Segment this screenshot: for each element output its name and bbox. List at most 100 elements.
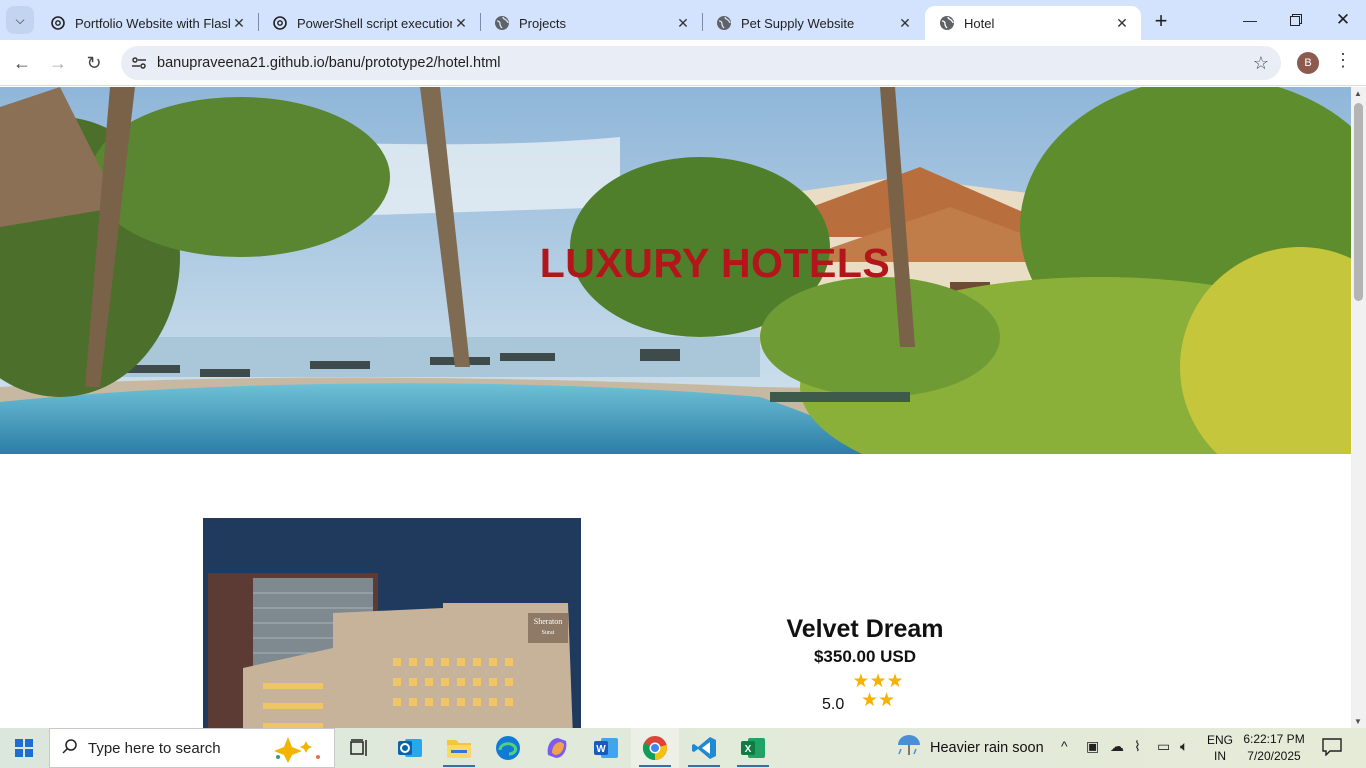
star-icon: ★ [869,671,887,692]
reload-icon: ↻ [86,52,102,73]
clock-date: 7/20/2025 [1247,749,1301,763]
reload-button[interactable]: ↻ [80,49,108,77]
tab-search-button[interactable]: ⌵ [6,6,34,34]
wifi-icon[interactable]: ⌇ [1134,738,1141,755]
forward-button[interactable]: → [44,49,72,77]
close-window-button[interactable]: ✕ [1320,0,1366,40]
globe-icon [494,15,510,31]
chevron-down-icon: ⌵ [15,12,25,27]
svg-text:W: W [596,744,606,755]
tab-projects[interactable]: Projects ✕ [480,6,702,40]
minimize-button[interactable]: — [1227,0,1273,40]
hotel-name: Velvet Dream [786,615,944,643]
taskbar-chrome[interactable] [631,728,679,768]
taskbar-copilot[interactable] [533,728,581,768]
taskbar-edge[interactable] [484,728,532,768]
page-scrollbar[interactable]: ▲ ▼ [1351,87,1366,728]
arrow-right-icon: → [49,52,67,73]
address-bar[interactable]: banupraveena21.github.io/banu/prototype2… [121,46,1281,80]
taskbar-search-box[interactable]: Type here to search [49,728,335,768]
outlook-icon [398,739,422,757]
scroll-up-arrow-icon[interactable]: ▲ [1354,89,1362,98]
browser-toolbar: ← → ↻ banupraveena21.github.io/banu/prot… [0,40,1366,86]
chevron-up-icon[interactable]: ^ [1061,738,1068,754]
rating-value: 5.0 [822,696,845,713]
search-icon [62,738,78,759]
hotel-price: $350.00 USD [813,647,917,666]
tab-close-icon[interactable]: ✕ [452,14,470,32]
rain-umbrella-icon [896,733,922,763]
taskbar-vscode[interactable] [680,728,728,768]
search-placeholder: Type here to search [88,739,221,757]
taskbar-file-explorer[interactable] [435,728,483,768]
globe-icon [939,15,955,31]
folder-icon [447,740,471,758]
hotel-sign-subtext: Surat [542,630,555,636]
chrome-icon [642,736,667,761]
notification-center-button[interactable] [1322,738,1342,761]
windows-taskbar: Type here to search W X Heavier rain soo… [0,728,1366,768]
tab-title: Portfolio Website with Flask [75,15,230,31]
profile-avatar[interactable]: B [1297,52,1319,74]
star-rating: ★★★ ★★ [848,672,908,710]
star-icon: ★ [878,690,896,711]
bookmark-star-icon[interactable]: ☆ [1253,53,1269,74]
system-clock[interactable]: 6:22:17 PM 7/20/2025 [1240,731,1308,765]
tab-close-icon[interactable]: ✕ [230,14,248,32]
chatgpt-icon [272,15,288,31]
battery-icon[interactable]: ▭ [1157,738,1170,755]
url-text[interactable]: banupraveena21.github.io/banu/prototype2… [157,55,500,71]
star-icon: ★ [886,671,904,692]
tab-title: Pet Supply Website [741,15,855,31]
hotel-photo: Sheraton Surat [203,518,581,728]
hotel-sign-text: Sheraton [534,617,562,626]
scroll-down-arrow-icon[interactable]: ▼ [1354,717,1362,726]
word-icon: W [594,738,618,758]
restore-button[interactable] [1273,0,1319,40]
edge-icon [496,736,520,760]
vscode-icon [692,737,716,759]
hero-title: LUXURY HOTELS [539,240,891,286]
taskbar-outlook[interactable] [386,728,434,768]
rating-row: ★★★ ★★ 5.0 [700,670,1030,716]
scroll-thumb[interactable] [1354,103,1363,301]
new-tab-button[interactable]: + [1148,8,1174,34]
tab-portfolio[interactable]: Portfolio Website with Flask ✕ [36,6,258,40]
tab-pet-supply[interactable]: Pet Supply Website ✕ [702,6,924,40]
onedrive-icon[interactable]: ☁ [1110,738,1124,755]
volume-icon[interactable]: 🔈︎ [1180,738,1188,755]
start-button[interactable] [0,728,48,768]
svg-text:X: X [745,744,752,755]
back-button[interactable]: ← [8,49,36,77]
tab-powershell[interactable]: PowerShell script execution f ✕ [258,6,480,40]
tab-strip: ⌵ Portfolio Website with Flask ✕ PowerSh… [0,0,1366,40]
meet-now-icon[interactable]: ▣ [1086,738,1099,755]
notification-icon [1322,738,1342,757]
hero-banner: LUXURY HOTELS [0,87,1351,454]
lang-line-2: IN [1214,749,1226,763]
site-info-icon[interactable] [121,56,157,70]
tab-close-icon[interactable]: ✕ [1113,14,1131,32]
hotel-card-info: Velvet Dream $350.00 USD ★★★ ★★ 5.0 [700,615,1030,716]
clock-time: 6:22:17 PM [1243,732,1305,746]
language-indicator[interactable]: ENG IN [1207,732,1233,764]
tab-title: PowerShell script execution f [297,15,452,31]
taskbar-word[interactable]: W [582,728,630,768]
tab-close-icon[interactable]: ✕ [896,14,914,32]
tab-close-icon[interactable]: ✕ [674,14,692,32]
task-view-icon [350,739,367,756]
weather-text: Heavier rain soon [930,740,1044,756]
page-viewport: LUXURY HOTELS Sheraton Surat Velvet Drea… [0,87,1351,728]
star-icon: ★ [860,690,878,711]
taskbar-excel[interactable]: X [729,728,777,768]
copilot-sparkle-icon [266,735,326,768]
tab-title: Projects [519,15,566,31]
lang-line-1: ENG [1207,733,1234,747]
copilot-icon [547,738,567,758]
globe-icon [716,15,732,31]
tab-hotel[interactable]: Hotel ✕ [925,6,1141,40]
more-menu-icon[interactable]: ⋮ [1334,50,1352,71]
weather-widget[interactable]: Heavier rain soon [896,728,1044,768]
task-view-button[interactable] [336,728,384,768]
star-icon: ★ [852,671,870,692]
